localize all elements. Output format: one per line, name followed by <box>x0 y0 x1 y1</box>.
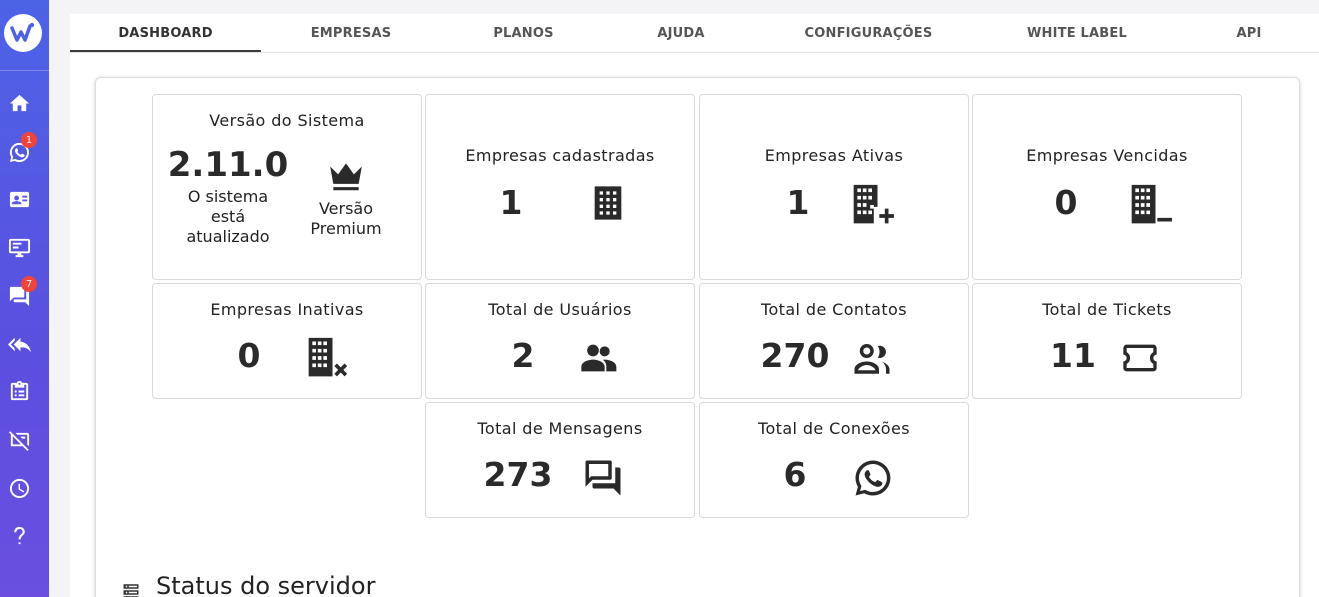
stat-card-total-tickets: Total de Tickets 11 <box>972 283 1242 399</box>
stat-title: Empresas Vencidas <box>1026 146 1188 165</box>
stat-card-total-conexoes: Total de Conexões 6 <box>699 402 969 518</box>
stat-title: Empresas Inativas <box>210 300 364 319</box>
building-close-icon <box>305 336 349 380</box>
version-number: 2.11.0 <box>167 145 289 185</box>
stat-card-empresas-vencidas: Empresas Vencidas 0 <box>972 94 1242 280</box>
tab-planos[interactable]: PLANOS <box>441 14 606 53</box>
stat-value: 6 <box>783 455 807 494</box>
crown-icon <box>327 157 365 195</box>
tab-ajuda[interactable]: AJUDA <box>606 14 756 53</box>
version-status-line-3: atualizado <box>186 227 270 246</box>
stat-value: 1 <box>499 183 523 222</box>
contact-card-icon[interactable] <box>6 186 32 212</box>
version-status-text: O sistema está atualizado <box>163 187 293 247</box>
reply-all-icon[interactable] <box>6 331 32 357</box>
stat-card-total-usuarios: Total de Usuários 2 <box>425 283 695 399</box>
whatsapp-icon <box>852 457 894 499</box>
sidebar-divider <box>0 70 49 71</box>
stat-value: 0 <box>1054 183 1078 222</box>
stat-value: 273 <box>483 455 553 494</box>
stat-title: Total de Tickets <box>1042 300 1172 319</box>
main-content: DASHBOARD EMPRESAS PLANOS AJUDA CONFIGUR… <box>70 14 1319 597</box>
stat-title: Total de Mensagens <box>477 419 643 438</box>
speaker-off-icon[interactable] <box>6 427 32 453</box>
stat-title: Empresas Ativas <box>764 146 904 165</box>
stat-title: Total de Conexões <box>758 419 910 438</box>
home-icon[interactable] <box>6 90 32 116</box>
server-status-title: Status do servidor <box>156 572 376 597</box>
version-card: Versão do Sistema 2.11.0 O sistema está … <box>152 94 422 280</box>
clock-icon[interactable] <box>6 475 32 501</box>
stat-card-empresas-inativas: Empresas Inativas 0 <box>152 283 422 399</box>
version-plan-line-2: Premium <box>310 219 382 238</box>
tab-empresas[interactable]: EMPRESAS <box>261 14 441 53</box>
ticket-icon <box>1118 338 1162 378</box>
stat-title: Total de Usuários <box>488 300 632 319</box>
tab-api[interactable]: API <box>1173 14 1319 53</box>
tab-configuracoes[interactable]: CONFIGURAÇÕES <box>756 14 981 53</box>
stat-value: 11 <box>1050 336 1096 375</box>
clipboard-icon[interactable] <box>6 378 32 404</box>
dashboard-panel: Versão do Sistema 2.11.0 O sistema está … <box>95 77 1300 597</box>
help-icon[interactable] <box>6 523 32 549</box>
version-status-line-2: está <box>210 207 246 226</box>
tab-dashboard[interactable]: DASHBOARD <box>70 14 261 53</box>
building-icon <box>588 183 628 223</box>
building-remove-icon <box>1128 183 1172 227</box>
version-plan-text: Versão Premium <box>301 199 391 239</box>
stat-value: 1 <box>786 183 810 222</box>
tab-white-label[interactable]: WHITE LABEL <box>981 14 1173 53</box>
active-tab-indicator <box>70 50 261 52</box>
stat-card-empresas-cadastradas: Empresas cadastradas 1 <box>425 94 695 280</box>
chats-badge: 7 <box>21 276 37 292</box>
stat-card-empresas-ativas: Empresas Ativas 1 <box>699 94 969 280</box>
version-card-title: Versão do Sistema <box>209 111 365 130</box>
stat-card-total-contatos: Total de Contatos 270 <box>699 283 969 399</box>
whatsapp-badge: 1 <box>21 132 37 148</box>
version-status-line-1: O sistema <box>187 187 269 206</box>
server-icon <box>122 582 140 597</box>
stat-value: 0 <box>237 336 261 375</box>
stat-value: 2 <box>511 336 535 375</box>
contacts-icon <box>851 337 893 379</box>
stat-card-total-mensagens: Total de Mensagens 273 <box>425 402 695 518</box>
app-logo[interactable] <box>4 14 42 52</box>
sidebar: 1 7 <box>0 0 49 597</box>
monitor-icon[interactable] <box>6 234 32 260</box>
top-tabs: DASHBOARD EMPRESAS PLANOS AJUDA CONFIGUR… <box>70 14 1319 53</box>
messages-icon <box>581 457 625 499</box>
stat-title: Empresas cadastradas <box>465 146 655 165</box>
stat-title: Total de Contatos <box>761 300 907 319</box>
stat-value: 270 <box>760 336 830 375</box>
users-icon <box>576 338 620 378</box>
logo-w-icon <box>10 22 35 42</box>
building-add-icon <box>850 183 894 227</box>
version-plan-line-1: Versão <box>318 199 374 218</box>
